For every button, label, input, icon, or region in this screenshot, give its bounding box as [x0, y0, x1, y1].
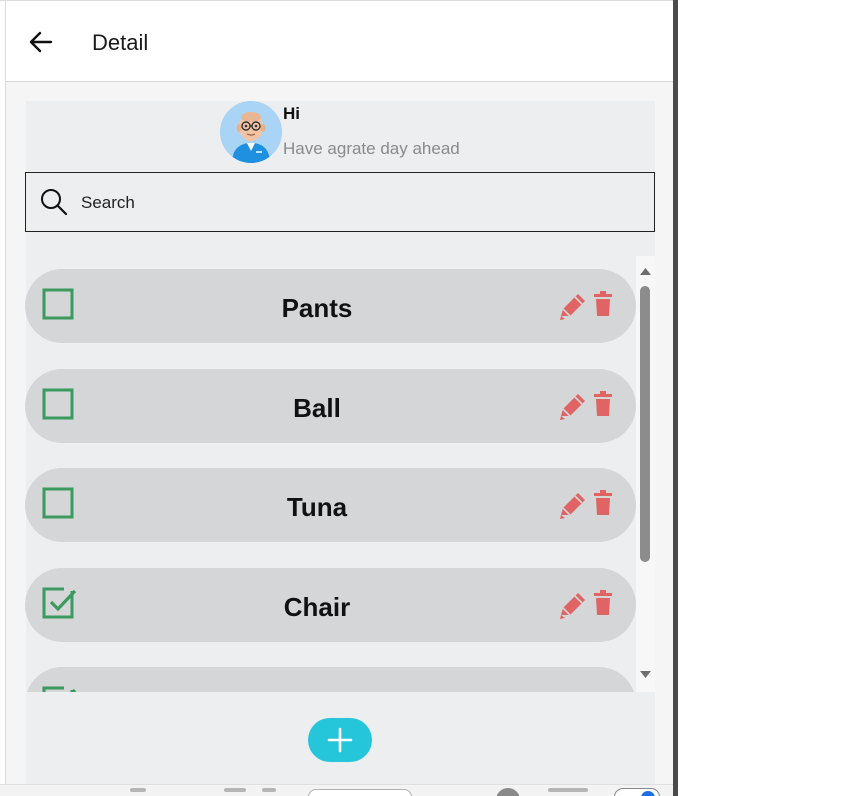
- pencil-icon[interactable]: [557, 390, 589, 422]
- app-window: Detail Hi Have agrate day ahead Search P…: [0, 0, 674, 796]
- toolbar-fragment: [130, 788, 146, 792]
- pencil-icon[interactable]: [557, 489, 589, 521]
- toolbar-fragment: [548, 788, 588, 792]
- trash-icon[interactable]: [593, 590, 613, 616]
- greeting: Hi: [283, 104, 300, 123]
- trash-icon[interactable]: [593, 391, 613, 417]
- list-item[interactable]: [25, 667, 636, 692]
- greeting-subtitle: Have agrate day ahead: [283, 139, 460, 158]
- window-right-border: [673, 0, 678, 796]
- scroll-down-arrow-icon[interactable]: [639, 670, 652, 680]
- trash-icon[interactable]: [593, 291, 613, 317]
- item-label: Tuna: [286, 492, 348, 522]
- toolbar-fragment: [224, 788, 246, 792]
- checkbox-checked-icon[interactable]: [42, 686, 76, 692]
- item-label: Chair: [283, 592, 351, 622]
- app-bar: Detail: [6, 1, 673, 82]
- search-icon: [41, 189, 68, 216]
- trash-icon[interactable]: [593, 490, 613, 516]
- pencil-icon[interactable]: [557, 688, 589, 692]
- toolbar-pill: [308, 789, 412, 796]
- toolbar-toggle: [614, 788, 660, 796]
- plus-icon: [327, 727, 353, 753]
- pencil-icon[interactable]: [557, 589, 589, 621]
- list-item[interactable]: Ball: [25, 369, 636, 443]
- list-item[interactable]: Chair: [25, 568, 636, 642]
- toolbar-dot: [496, 788, 520, 796]
- search-input[interactable]: Search: [81, 193, 135, 213]
- pencil-icon[interactable]: [557, 290, 589, 322]
- back-button[interactable]: [24, 23, 58, 61]
- arrow-left-icon: [29, 31, 53, 53]
- list-item[interactable]: Pants: [25, 269, 636, 343]
- avatar-icon: [220, 101, 282, 163]
- clipped-toolbar-strip: [0, 784, 674, 796]
- item-label: Ball: [293, 393, 341, 423]
- toolbar-fragment: [262, 788, 276, 792]
- list-scrollbar[interactable]: [636, 256, 655, 692]
- scroll-up-arrow-icon[interactable]: [639, 266, 652, 276]
- list-item[interactable]: Tuna: [25, 468, 636, 542]
- scrollbar-thumb[interactable]: [640, 286, 650, 562]
- item-label: Pants: [281, 293, 353, 323]
- trash-icon[interactable]: [593, 689, 613, 692]
- page-title: Detail: [92, 30, 149, 55]
- avatar: [220, 101, 282, 163]
- todo-list[interactable]: Pants Ball Tuna Chair: [25, 256, 655, 692]
- toggle-knob: [641, 791, 655, 796]
- search-field[interactable]: Search: [25, 172, 655, 232]
- add-item-button[interactable]: [308, 718, 372, 762]
